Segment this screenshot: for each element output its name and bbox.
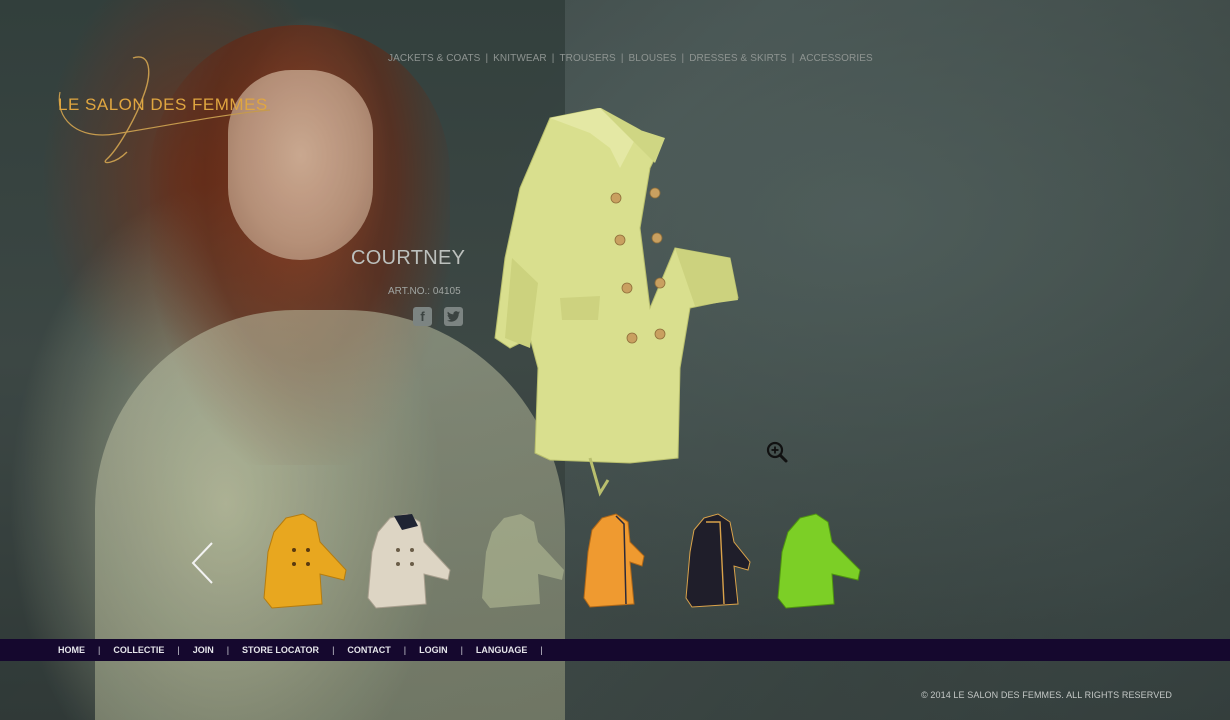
zoom-in-icon[interactable] <box>765 440 789 464</box>
nav-knitwear[interactable]: KNITWEAR <box>493 53 547 64</box>
footer-nav-language[interactable]: LANGUAGE <box>476 645 528 655</box>
brand-logo[interactable]: LE SALON DES FEMMES <box>55 52 285 167</box>
product-name: COURTNEY <box>351 247 466 269</box>
nav-accessories[interactable]: ACCESSORIES <box>799 53 872 64</box>
nav-dresses-skirts[interactable]: DRESSES & SKIRTS <box>689 53 787 64</box>
footer-nav: HOME | COLLECTIE | JOIN | STORE LOCATOR … <box>58 639 556 661</box>
footer-nav-collectie[interactable]: COLLECTIE <box>113 645 164 655</box>
article-number: ART.NO.: 04105 <box>388 286 461 297</box>
social-share: f <box>413 307 463 326</box>
facebook-icon[interactable]: f <box>413 307 432 326</box>
footer-nav-separator: | <box>540 645 543 655</box>
nav-blouses[interactable]: BLOUSES <box>629 53 677 64</box>
nav-trousers[interactable]: TROUSERS <box>559 53 615 64</box>
nav-separator: | <box>681 53 685 64</box>
footer-nav-home[interactable]: HOME <box>58 645 85 655</box>
nav-separator: | <box>551 53 555 64</box>
category-nav: JACKETS & COATS | KNITWEAR | TROUSERS | … <box>388 53 873 64</box>
product-thumbnail[interactable] <box>580 512 672 612</box>
footer-nav-login[interactable]: LOGIN <box>419 645 448 655</box>
product-thumbnail[interactable] <box>362 512 454 612</box>
product-thumbnail[interactable] <box>682 512 774 612</box>
footer-nav-join[interactable]: JOIN <box>193 645 214 655</box>
twitter-icon[interactable] <box>444 307 463 326</box>
footer-nav-store-locator[interactable]: STORE LOCATOR <box>242 645 319 655</box>
copyright-notice: © 2014 LE SALON DES FEMMES. ALL RIGHTS R… <box>921 690 1172 700</box>
footer-nav-separator: | <box>98 645 101 655</box>
footer-nav-separator: | <box>460 645 463 655</box>
product-thumbnail[interactable] <box>258 512 350 612</box>
nav-separator: | <box>485 53 489 64</box>
chevron-left-icon[interactable] <box>188 540 218 586</box>
nav-separator: | <box>791 53 795 64</box>
footer-nav-separator: | <box>332 645 335 655</box>
footer-nav-separator: | <box>403 645 407 655</box>
footer-nav-separator: | <box>177 645 180 655</box>
main-product-image[interactable] <box>490 108 740 498</box>
nav-jackets-coats[interactable]: JACKETS & COATS <box>388 53 480 64</box>
product-thumbnail[interactable] <box>774 512 866 612</box>
footer-nav-bar: HOME | COLLECTIE | JOIN | STORE LOCATOR … <box>0 639 1230 661</box>
brand-name: LE SALON DES FEMMES <box>58 95 268 114</box>
product-thumbnail[interactable] <box>476 512 568 612</box>
nav-separator: | <box>620 53 624 64</box>
footer-nav-contact[interactable]: CONTACT <box>347 645 390 655</box>
footer-nav-separator: | <box>226 645 230 655</box>
